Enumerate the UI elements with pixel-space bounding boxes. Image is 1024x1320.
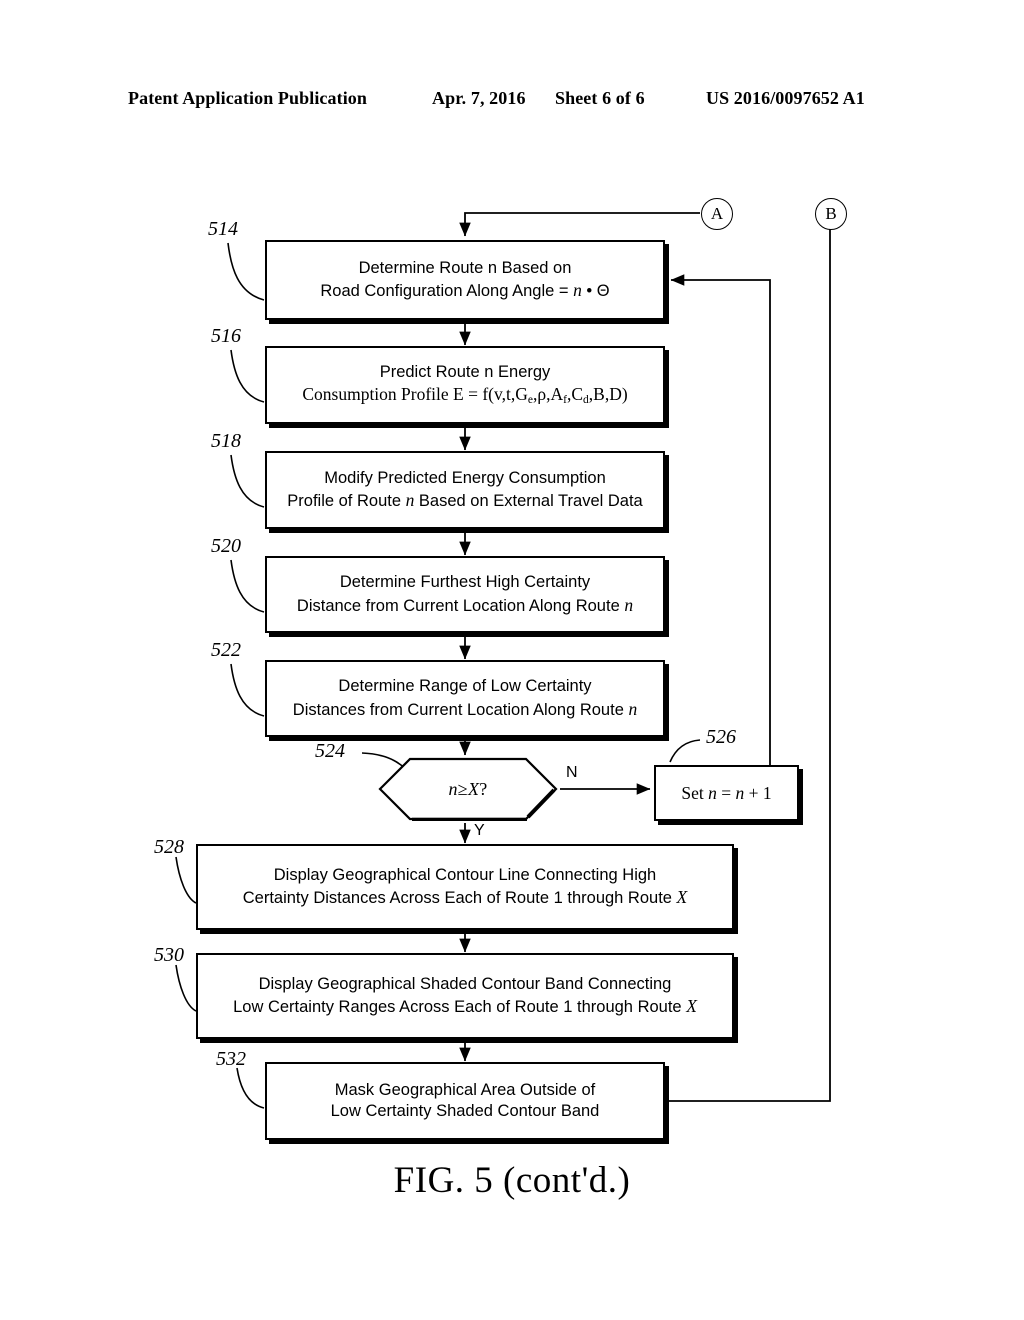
process-box-532: Mask Geographical Area Outside of Low Ce… (265, 1062, 665, 1140)
box-532-line-2: Low Certainty Shaded Contour Band (330, 1102, 600, 1120)
box-514-line-2: Road Configuration Along Angle = n • Θ (320, 280, 610, 300)
box-520-line-1: Determine Furthest High Certainty (339, 573, 591, 592)
process-box-530: Display Geographical Shaded Contour Band… (196, 953, 734, 1039)
branch-label-no: N (566, 764, 578, 781)
box-522-line-2: Distances from Current Location Along Ro… (292, 698, 638, 719)
box-522-line-1: Determine Range of Low Certainty (338, 677, 592, 696)
process-box-522: Determine Range of Low Certainty Distanc… (265, 660, 665, 737)
figure-caption: FIG. 5 (cont'd.) (393, 1160, 631, 1201)
ref-numeral-526: 526 (706, 726, 736, 748)
branch-label-yes: Y (474, 822, 485, 839)
box-516-formula: Consumption Profile E = f(v,t,Ge,ρ,Af,Cd… (302, 384, 628, 407)
decision-box-524: n ≥ X? (378, 757, 558, 821)
box-532-line-1: Mask Geographical Area Outside of (334, 1080, 596, 1099)
box-518-line-2: Profile of Route n Based on External Tra… (287, 490, 643, 510)
box-530-line-1: Display Geographical Shaded Contour Band… (258, 974, 672, 993)
connector-circle-a: A (701, 198, 733, 230)
connector-b-label: B (825, 204, 837, 223)
ref-numeral-532: 532 (216, 1048, 246, 1070)
ref-numeral-524: 524 (315, 740, 345, 762)
decision-524-condition: n ≥ X? (448, 778, 488, 799)
connector-circle-b: B (815, 198, 847, 230)
process-box-526: Set n = n + 1 (654, 765, 799, 821)
ref-numeral-530: 530 (154, 944, 184, 966)
box-518-line-1: Modify Predicted Energy Consumption (324, 468, 606, 487)
ref-numeral-520: 520 (211, 535, 241, 557)
box-516-line-1: Predict Route n Energy (379, 362, 551, 381)
ref-numeral-518: 518 (211, 430, 241, 452)
ref-numeral-516: 516 (211, 325, 241, 347)
box-528-line-1: Display Geographical Contour Line Connec… (273, 865, 657, 884)
box-526-line-1: Set n = n + 1 (681, 782, 772, 803)
process-box-528: Display Geographical Contour Line Connec… (196, 844, 734, 930)
ref-numeral-522: 522 (211, 639, 241, 661)
process-box-520: Determine Furthest High Certainty Distan… (265, 556, 665, 633)
ref-numeral-514: 514 (208, 218, 238, 240)
box-528-line-2: Certainty Distances Across Each of Route… (242, 887, 688, 907)
process-box-516: Predict Route n Energy Consumption Profi… (265, 346, 665, 424)
process-box-518: Modify Predicted Energy Consumption Prof… (265, 451, 665, 529)
box-530-line-2: Low Certainty Ranges Across Each of Rout… (233, 996, 697, 1016)
ref-numeral-528: 528 (154, 836, 184, 858)
process-box-514: Determine Route n Based on Road Configur… (265, 240, 665, 320)
patent-figure-flowchart: A B 514 Determine Route n Based on Road … (0, 0, 1024, 1320)
box-520-line-2: Distance from Current Location Along Rou… (296, 594, 634, 615)
connector-a-label: A (710, 204, 724, 223)
box-514-line-1: Determine Route n Based on (358, 258, 572, 277)
